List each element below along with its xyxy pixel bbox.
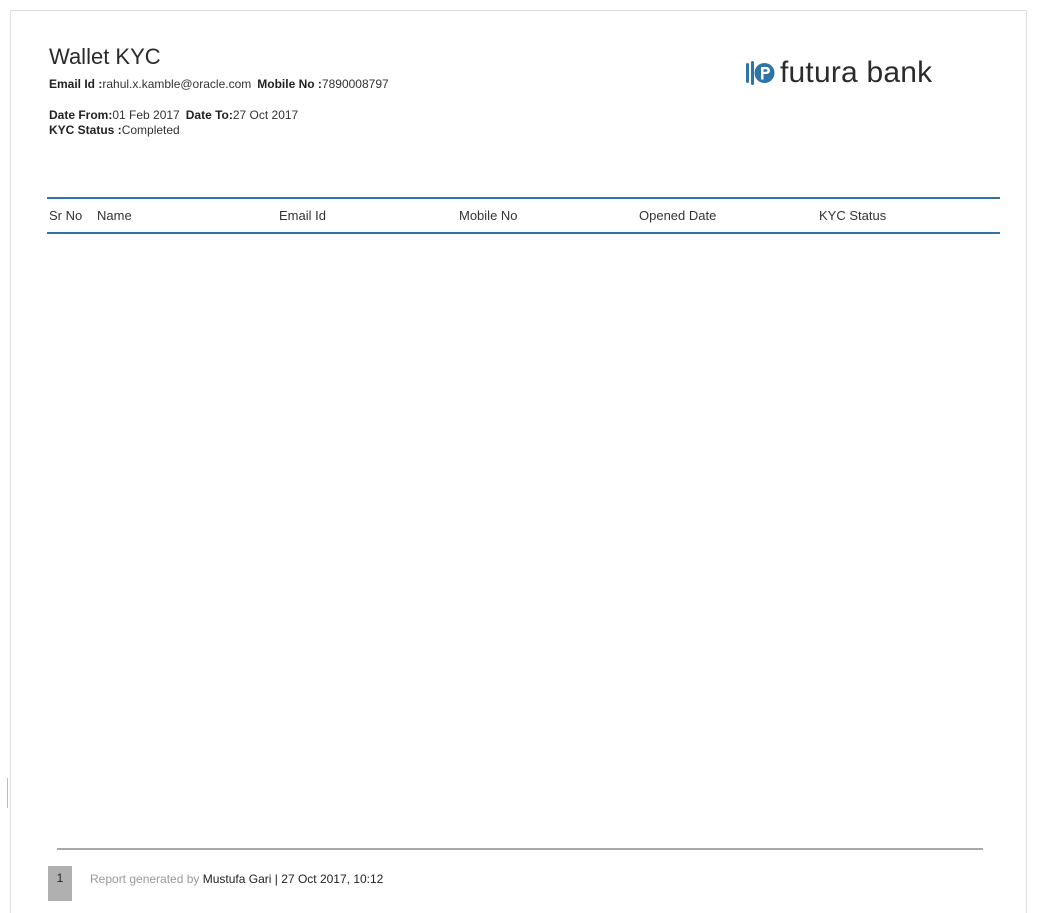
page-border-top [10,10,1027,11]
date-to-label: Date To: [185,108,233,122]
page-edge-mark [7,778,8,808]
report-kyc-status: KYC Status :Completed [49,123,180,137]
page-border-left [10,10,11,913]
date-from-value: 01 Feb 2017 [112,108,180,122]
report-date-range: Date From:01 Feb 2017 Date To:27 Oct 2017 [49,108,298,122]
table-header-row: Sr No Name Email Id Mobile No Opened Dat… [47,197,1000,234]
page-border-right [1026,10,1027,913]
column-header-opened-date: Opened Date [639,208,717,223]
report-contact-line: Email Id :rahul.x.kamble@oracle.com Mobil… [49,77,389,91]
column-header-email-id: Email Id [279,208,326,223]
column-header-kyc-status: KYC Status [819,208,887,223]
report-title: Wallet KYC [49,44,161,69]
mobile-value: 7890008797 [321,77,389,91]
generated-user: Mustufa Gari [202,872,272,886]
kyc-status-value: Completed [121,123,180,137]
generated-datetime: 27 Oct 2017, 10:12 [281,872,384,886]
brand-logo: futura bank [745,58,932,88]
email-label: Email Id : [49,77,103,91]
generated-separator: | [274,872,278,886]
page-number: 1 [48,866,72,901]
kyc-status-label: KYC Status : [49,123,122,137]
footer-divider [57,848,983,850]
date-to-value: 27 Oct 2017 [232,108,299,122]
email-value: rahul.x.kamble@oracle.com [102,77,252,91]
generated-prefix: Report generated by [90,872,200,886]
column-header-sr-no: Sr No [49,208,83,223]
column-header-mobile-no: Mobile No [459,208,518,223]
report-generated-info: Report generated by Mustufa Gari | 27 Oc… [90,872,383,886]
date-from-label: Date From: [49,108,113,122]
futura-bank-logo-icon [746,61,775,85]
mobile-label: Mobile No : [257,77,322,91]
brand-name: futura bank [780,56,933,89]
column-header-name: Name [97,208,132,223]
